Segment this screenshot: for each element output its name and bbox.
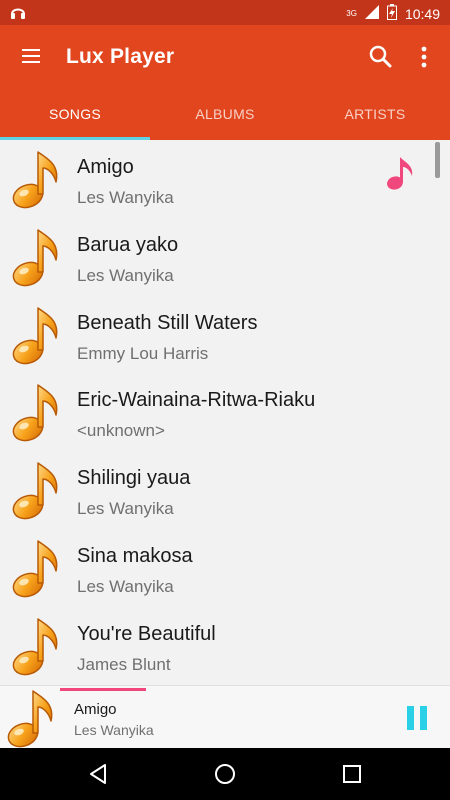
status-bar: 3G 10:49: [0, 0, 450, 25]
battery-icon: [386, 4, 397, 23]
search-icon[interactable]: [368, 44, 394, 70]
back-icon[interactable]: [86, 762, 110, 786]
system-nav-bar: [0, 748, 450, 800]
song-artist: Les Wanyika: [77, 576, 174, 596]
signal-icon: [364, 5, 379, 22]
song-row[interactable]: Shilingi yaua Les Wanyika: [0, 451, 450, 529]
now-playing-title: Amigo: [74, 701, 117, 718]
playback-progress[interactable]: [60, 688, 146, 691]
music-note-icon: [10, 304, 62, 366]
song-title: Sina makosa: [77, 544, 193, 567]
app-title: Lux Player: [66, 45, 175, 68]
tab-bar: SONGS ALBUMS ARTISTS: [0, 90, 450, 140]
song-list: Amigo Les Wanyika Barua yako Les Wanyika…: [0, 140, 450, 685]
music-note-icon: [10, 148, 62, 210]
tab-songs[interactable]: SONGS: [0, 90, 150, 140]
music-note-icon: [10, 537, 62, 599]
song-title: Shilingi yaua: [77, 467, 191, 490]
tab-artists[interactable]: ARTISTS: [300, 90, 450, 140]
menu-icon[interactable]: [18, 43, 44, 69]
scrollbar[interactable]: [435, 142, 440, 178]
song-artist: Emmy Lou Harris: [77, 343, 209, 363]
tab-albums[interactable]: ALBUMS: [150, 90, 300, 140]
now-playing-artist: Les Wanyika: [74, 722, 154, 738]
song-row[interactable]: Beneath Still Waters Emmy Lou Harris: [0, 296, 450, 374]
song-row[interactable]: Sina makosa Les Wanyika: [0, 529, 450, 607]
song-artist: <unknown>: [77, 421, 165, 441]
music-note-icon: [5, 687, 57, 749]
song-row[interactable]: Amigo Les Wanyika: [0, 140, 450, 218]
music-note-icon: [10, 381, 62, 443]
home-icon[interactable]: [213, 762, 237, 786]
network-type: 3G: [346, 9, 357, 18]
song-artist: Les Wanyika: [77, 265, 174, 285]
song-title: Beneath Still Waters: [77, 311, 258, 334]
music-note-icon: [10, 226, 62, 288]
now-playing-bar[interactable]: Amigo Les Wanyika: [0, 685, 450, 748]
music-note-icon: [10, 459, 62, 521]
now-playing-icon: [387, 157, 413, 190]
recents-icon[interactable]: [340, 762, 364, 786]
song-row[interactable]: You're Beautiful James Blunt: [0, 607, 450, 685]
clock: 10:49: [404, 5, 440, 22]
more-vert-icon[interactable]: [414, 44, 434, 70]
song-row[interactable]: Barua yako Les Wanyika: [0, 218, 450, 296]
song-artist: Les Wanyika: [77, 188, 174, 207]
song-row[interactable]: Eric-Wainaina-Ritwa-Riaku <unknown>: [0, 373, 450, 451]
song-title: You're Beautiful: [77, 622, 216, 645]
song-title: Barua yako: [77, 233, 179, 256]
song-title: Eric-Wainaina-Ritwa-Riaku: [77, 389, 316, 412]
song-title: Amigo: [77, 156, 134, 178]
song-artist: James Blunt: [77, 654, 171, 674]
headphones-icon: [10, 4, 26, 25]
music-note-icon: [10, 615, 62, 677]
pause-icon[interactable]: [405, 705, 429, 731]
song-artist: Les Wanyika: [77, 499, 174, 519]
